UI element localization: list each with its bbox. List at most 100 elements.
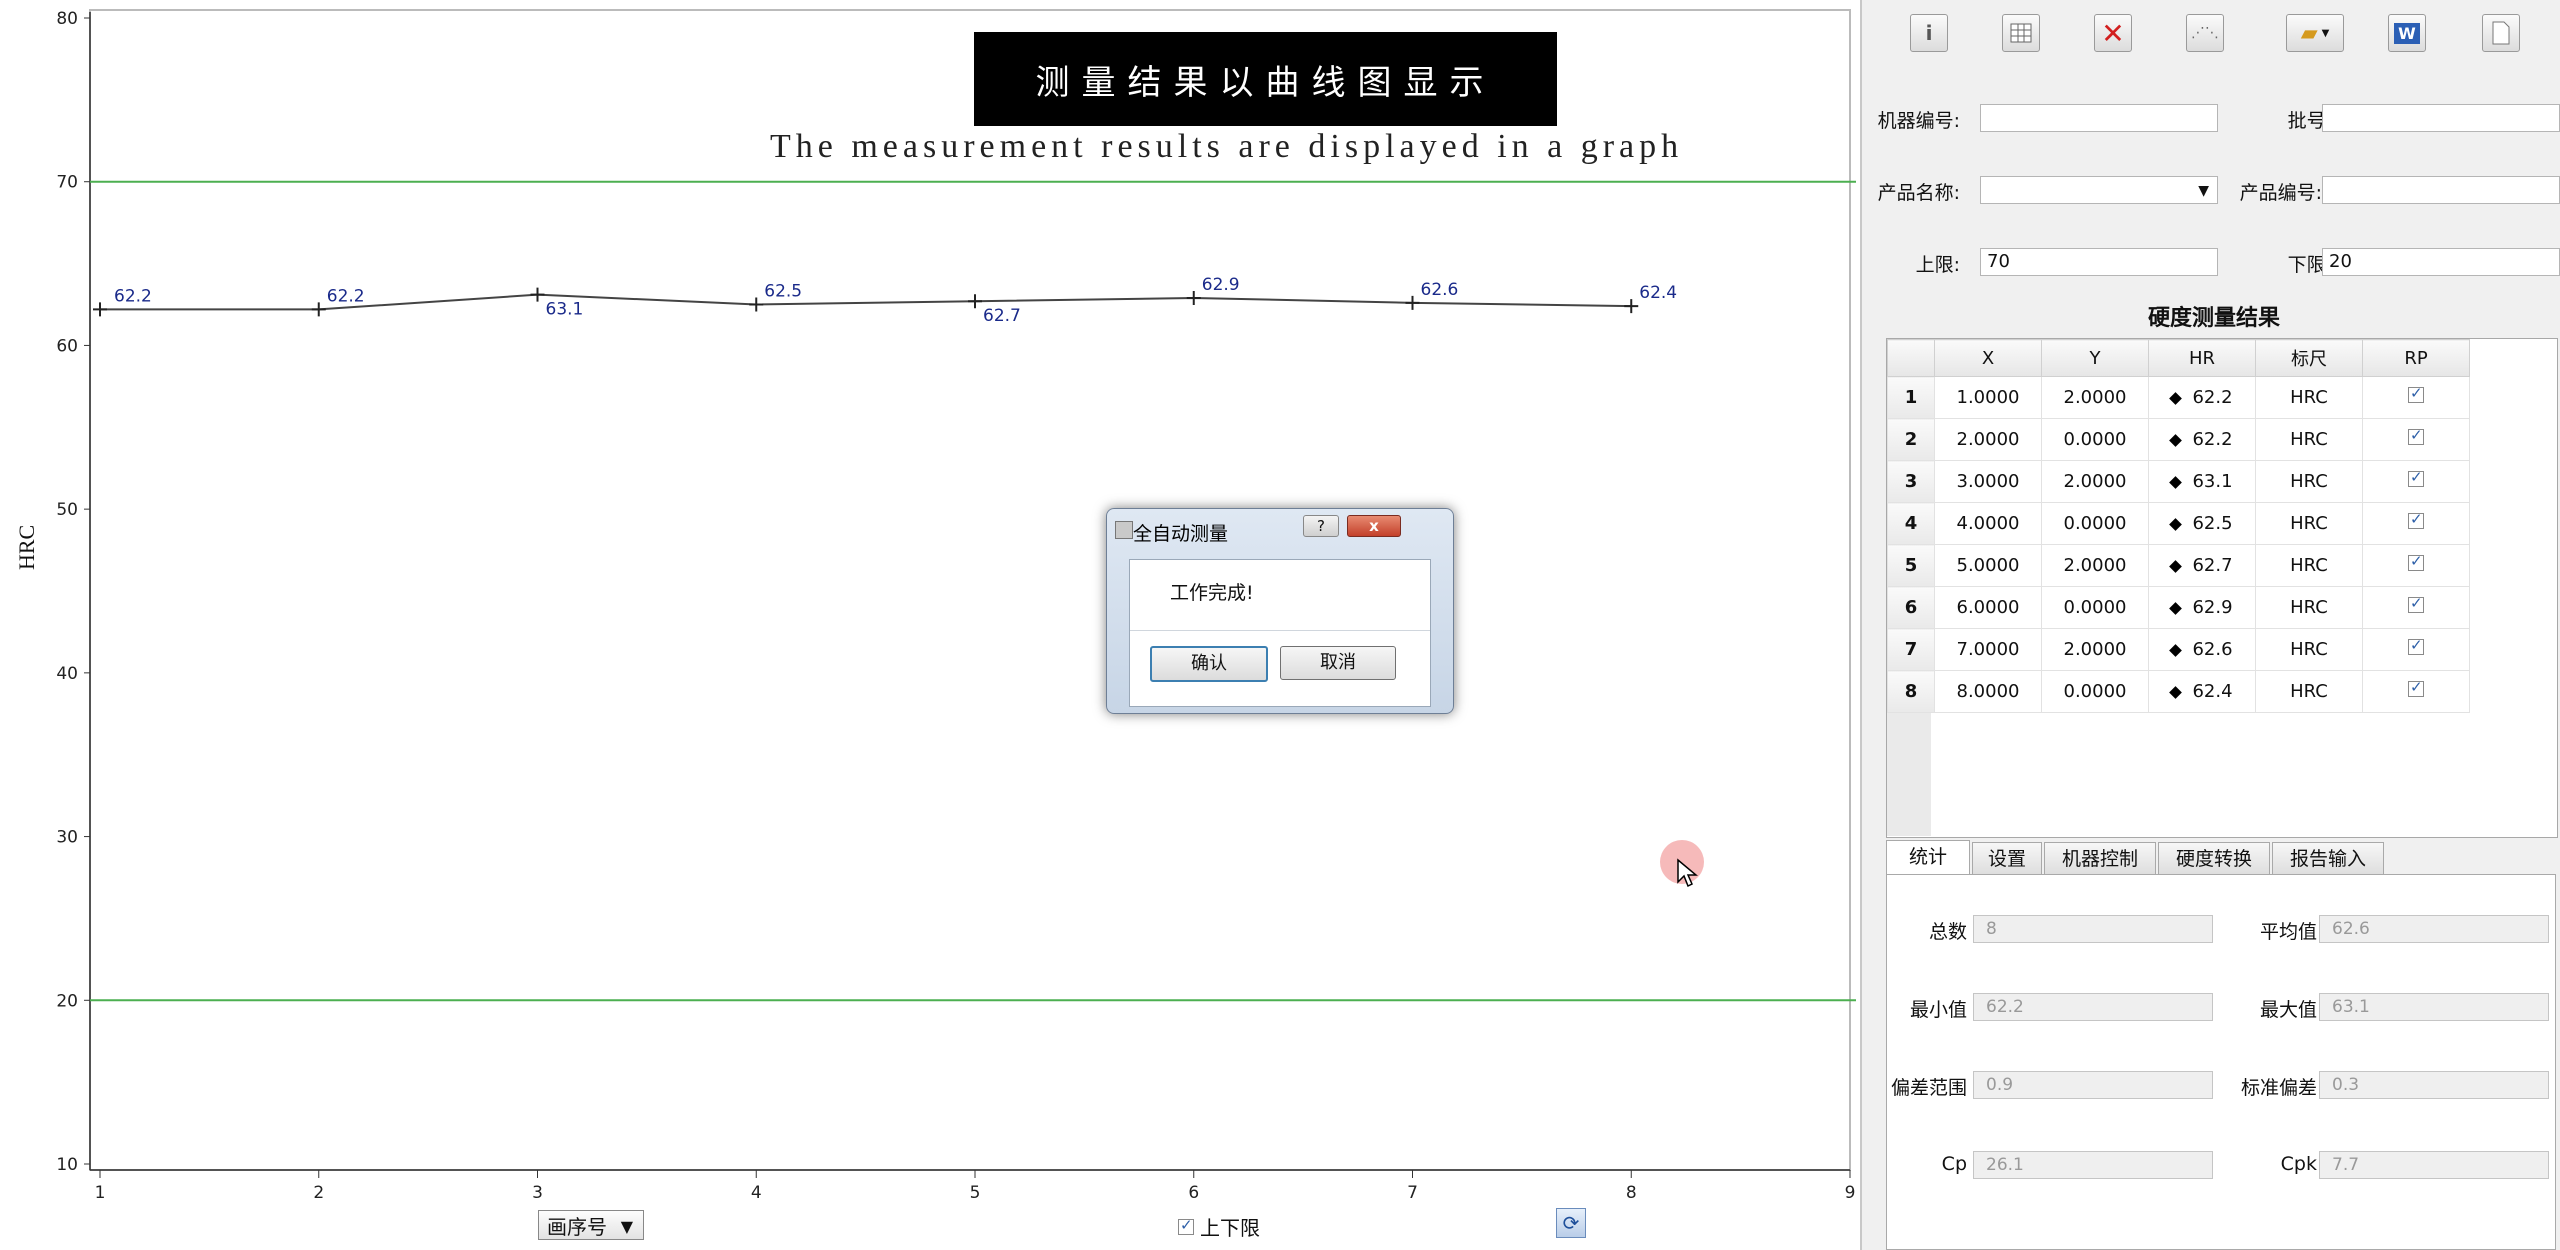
cell-scale[interactable]: HRC (2255, 460, 2363, 503)
rp-checkbox[interactable] (2408, 678, 2424, 697)
cell-y[interactable]: 2.0000 (2041, 376, 2149, 419)
cell-scale[interactable]: HRC (2255, 544, 2363, 587)
cell-y[interactable]: 0.0000 (2041, 418, 2149, 461)
table-row[interactable]: 6 6.0000 0.0000 62.9 HRC (1887, 586, 2470, 629)
rp-checkbox[interactable] (2408, 594, 2424, 613)
cell-hr[interactable]: 62.5 (2148, 502, 2256, 545)
rp-checkbox[interactable] (2408, 636, 2424, 655)
cell-x[interactable]: 5.0000 (1934, 544, 2042, 587)
cell-hr[interactable]: 62.9 (2148, 586, 2256, 629)
table-row[interactable]: 1 1.0000 2.0000 62.2 HRC (1887, 376, 2470, 419)
table-row[interactable]: 7 7.0000 2.0000 62.6 HRC (1887, 628, 2470, 671)
data-label: 62.2 (114, 286, 152, 306)
refresh-button[interactable]: ⟳ (1556, 1208, 1586, 1238)
cell-y[interactable]: 0.0000 (2041, 502, 2149, 545)
cancel-button[interactable]: 取消 (1280, 646, 1396, 680)
cp-field: 26.1 (1973, 1151, 2213, 1179)
cell-rp[interactable] (2362, 670, 2470, 713)
cell-y[interactable]: 2.0000 (2041, 544, 2149, 587)
cell-scale[interactable]: HRC (2255, 628, 2363, 671)
tab-statistics[interactable]: 统计 (1886, 840, 1970, 874)
col-header-x[interactable]: X (1934, 339, 2042, 377)
cell-hr[interactable]: 62.2 (2148, 376, 2256, 419)
col-header-hr[interactable]: HR (2148, 339, 2256, 377)
cell-scale[interactable]: HRC (2255, 670, 2363, 713)
close-button[interactable]: x (1347, 515, 1401, 537)
cell-x[interactable]: 7.0000 (1934, 628, 2042, 671)
col-header-scale[interactable]: 标尺 (2255, 339, 2363, 377)
cell-scale[interactable]: HRC (2255, 376, 2363, 419)
cell-y[interactable]: 0.0000 (2041, 670, 2149, 713)
help-button[interactable]: ? (1303, 515, 1339, 537)
refresh-icon: ⟳ (1562, 1211, 1580, 1235)
table-button[interactable] (2002, 14, 2040, 52)
machine-no-input[interactable] (1980, 104, 2218, 132)
x-mode-select[interactable]: 画序号 ▼ (538, 1210, 644, 1240)
cell-hr[interactable]: 62.7 (2148, 544, 2256, 587)
col-header-rp[interactable]: RP (2362, 339, 2470, 377)
cell-x[interactable]: 3.0000 (1934, 460, 2042, 503)
new-document-button[interactable] (2482, 14, 2520, 52)
rp-checkbox[interactable] (2408, 552, 2424, 571)
cell-y[interactable]: 2.0000 (2041, 460, 2149, 503)
cell-rp[interactable] (2362, 628, 2470, 671)
data-label: 62.7 (983, 306, 1021, 326)
table-row[interactable]: 5 5.0000 2.0000 62.7 HRC (1887, 544, 2470, 587)
cell-rp[interactable] (2362, 460, 2470, 503)
table-row[interactable]: 4 4.0000 0.0000 62.5 HRC (1887, 502, 2470, 545)
cell-scale[interactable]: HRC (2255, 502, 2363, 545)
tab-settings[interactable]: 设置 (1972, 842, 2042, 874)
upper-limit-input[interactable]: 70 (1980, 248, 2218, 276)
cell-rp[interactable] (2362, 586, 2470, 629)
cell-x[interactable]: 8.0000 (1934, 670, 2042, 713)
tab-report-input[interactable]: 报告输入 (2272, 842, 2384, 874)
scatter-icon: ⋰⋱ (2191, 25, 2219, 41)
table-row[interactable]: 2 2.0000 0.0000 62.2 HRC (1887, 418, 2470, 461)
batch-no-input[interactable] (2322, 104, 2560, 132)
limit-toggle[interactable]: 上下限 (1178, 1212, 1260, 1241)
word-export-button[interactable]: W (2388, 14, 2426, 52)
cell-x[interactable]: 4.0000 (1934, 502, 2042, 545)
cell-y[interactable]: 2.0000 (2041, 628, 2149, 671)
rp-checkbox[interactable] (2408, 468, 2424, 487)
range-label: 偏差范围 (1890, 1077, 1967, 1099)
cell-x[interactable]: 2.0000 (1934, 418, 2042, 461)
cell-hr[interactable]: 63.1 (2148, 460, 2256, 503)
tab-hardness-conversion[interactable]: 硬度转换 (2158, 842, 2270, 874)
rp-checkbox[interactable] (2408, 384, 2424, 403)
table-row[interactable]: 3 3.0000 2.0000 63.1 HRC (1887, 460, 2470, 503)
delete-button[interactable]: ✕ (2094, 14, 2132, 52)
cell-scale[interactable]: HRC (2255, 418, 2363, 461)
tab-machine-control[interactable]: 机器控制 (2044, 842, 2156, 874)
cell-rp[interactable] (2362, 376, 2470, 419)
limit-checkbox[interactable] (1178, 1216, 1194, 1235)
rp-checkbox[interactable] (2408, 426, 2424, 445)
confirm-button[interactable]: 确认 (1150, 646, 1268, 682)
cell-rp[interactable] (2362, 418, 2470, 461)
cell-hr[interactable]: 62.4 (2148, 670, 2256, 713)
open-folder-button[interactable]: ▰ ▼ (2286, 14, 2344, 52)
cell-x[interactable]: 1.0000 (1934, 376, 2042, 419)
rp-checkbox[interactable] (2408, 510, 2424, 529)
cell-y[interactable]: 0.0000 (2041, 586, 2149, 629)
cell-hr[interactable]: 62.2 (2148, 418, 2256, 461)
cell-rp[interactable] (2362, 502, 2470, 545)
cell-hr[interactable]: 62.6 (2148, 628, 2256, 671)
diamond-icon (2169, 686, 2183, 699)
hardness-chart: 10 20 30 40 50 60 70 80 1 2 3 4 5 6 7 8 9 62.2 62.2 63.1 62.… (56, 9, 1856, 1203)
cell-scale[interactable]: HRC (2255, 586, 2363, 629)
scatter-button[interactable]: ⋰⋱ (2186, 14, 2224, 52)
col-header-y[interactable]: Y (2041, 339, 2149, 377)
cell-rp[interactable] (2362, 544, 2470, 587)
lower-limit-input[interactable]: 20 (2322, 248, 2560, 276)
data-point (1405, 295, 1420, 310)
product-no-input[interactable] (2322, 176, 2560, 204)
data-label: 63.1 (546, 300, 584, 320)
product-name-select[interactable]: ▼ (1980, 176, 2218, 204)
cell-x[interactable]: 6.0000 (1934, 586, 2042, 629)
table-row[interactable]: 8 8.0000 0.0000 62.4 HRC (1887, 670, 2470, 713)
info-button[interactable]: i (1910, 14, 1948, 52)
diamond-icon (2169, 392, 2183, 405)
data-point (1186, 290, 1201, 305)
y-tick-label: 30 (56, 828, 78, 848)
